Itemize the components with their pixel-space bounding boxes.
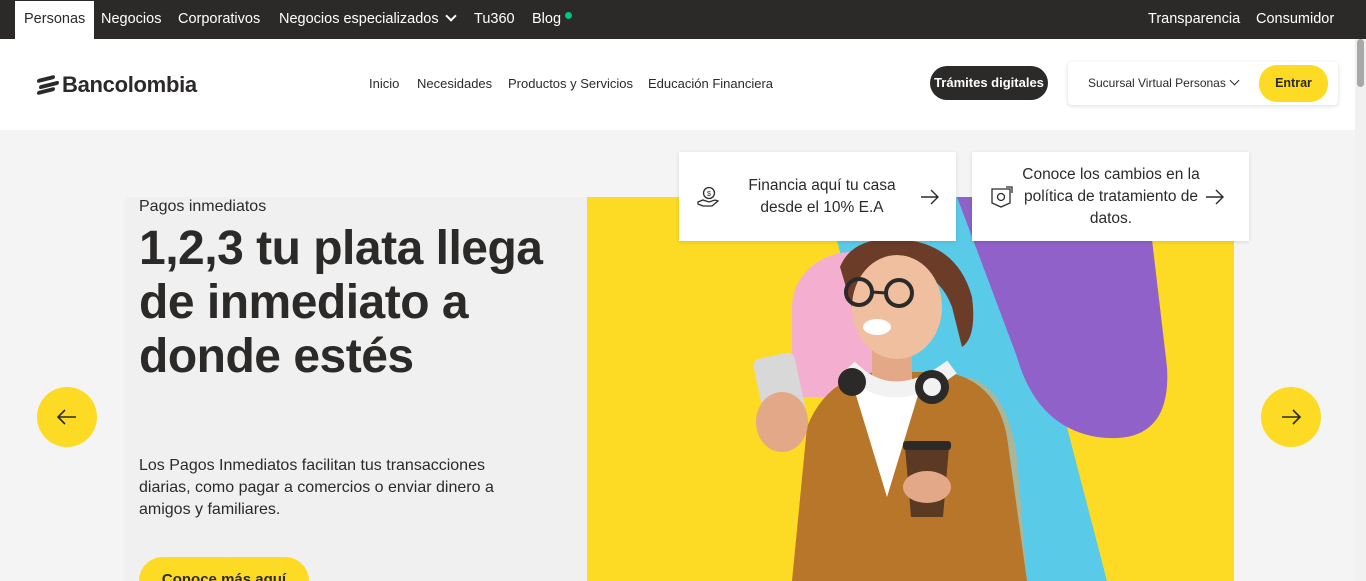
tab-label: Personas [24, 11, 86, 27]
data-shield-icon [991, 186, 1013, 208]
arrow-right-icon [921, 189, 939, 205]
nav-inicio[interactable]: Inicio [369, 76, 399, 91]
bancolombia-logo[interactable]: Bancolombia [37, 72, 197, 98]
logo-text: Bancolombia [62, 72, 197, 97]
tab-corporativos[interactable]: Corporativos [178, 0, 260, 39]
hand-coin-icon: $ [697, 186, 719, 207]
politica-datos-card[interactable]: Conoce los cambios en la política de tra… [972, 152, 1249, 241]
nav-necesidades[interactable]: Necesidades [417, 76, 492, 91]
chevron-down-icon[interactable] [1229, 75, 1240, 86]
conoce-mas-button[interactable]: Conoce más aquí [139, 557, 309, 581]
page-scrollbar[interactable] [1355, 39, 1366, 581]
chevron-down-icon [444, 10, 457, 22]
link-consumidor[interactable]: Consumidor [1256, 0, 1334, 39]
tab-label: Negocios especializados [279, 11, 439, 27]
tab-tu360[interactable]: Tu360 [474, 0, 515, 39]
hero-headline: 1,2,3 tu plata llega de inmediato a dond… [139, 222, 543, 383]
tab-label: Tu360 [474, 11, 515, 27]
entrar-button[interactable]: Entrar [1259, 65, 1328, 102]
sucursal-virtual-box: Sucursal Virtual Personas Entrar [1068, 62, 1338, 105]
hero-eyebrow: Pagos inmediatos [139, 198, 267, 215]
card-text: Financia aquí tu casa desde el 10% E.A [748, 177, 896, 216]
tab-personas[interactable]: Personas [15, 1, 95, 39]
new-indicator-dot [565, 12, 572, 19]
carousel-next-button[interactable] [1261, 387, 1321, 447]
tab-label: Corporativos [178, 11, 261, 27]
nav-productos-servicios[interactable]: Productos y Servicios [508, 76, 633, 91]
card-text: Conoce los cambios en la política de tra… [1022, 166, 1200, 227]
top-navigation-bar: Personas Negocios Corporativos Negocios … [0, 0, 1366, 39]
tab-negocios[interactable]: Negocios [101, 0, 161, 39]
main-header: Bancolombia Inicio Necesidades Productos… [0, 39, 1355, 130]
arrow-left-icon [56, 409, 76, 425]
tramites-digitales-button[interactable]: Trámites digitales [930, 66, 1048, 100]
carousel-prev-button[interactable] [37, 387, 97, 447]
tab-label: Negocios [101, 11, 162, 27]
tab-label: Blog [532, 11, 562, 27]
tab-blog[interactable]: Blog [532, 0, 561, 39]
nav-educacion-financiera[interactable]: Educación Financiera [648, 76, 773, 91]
arrow-right-icon [1206, 189, 1224, 205]
link-label: Transparencia [1148, 11, 1241, 27]
arrow-right-icon [1282, 409, 1302, 425]
financia-casa-card[interactable]: $ Financia aquí tu casa desde el 10% E.A [679, 152, 956, 241]
bancolombia-logo-icon [37, 74, 59, 96]
tab-negocios-especializados[interactable]: Negocios especializados [279, 0, 457, 39]
hero-description: Los Pagos Inmediatos facilitan tus trans… [139, 457, 494, 518]
link-label: Consumidor [1256, 11, 1335, 27]
scrollbar-thumb[interactable] [1357, 39, 1364, 87]
hero-image [587, 197, 1234, 581]
sucursal-virtual-select[interactable]: Sucursal Virtual Personas [1088, 76, 1226, 90]
link-transparencia[interactable]: Transparencia [1148, 0, 1240, 39]
svg-text:$: $ [707, 191, 711, 198]
